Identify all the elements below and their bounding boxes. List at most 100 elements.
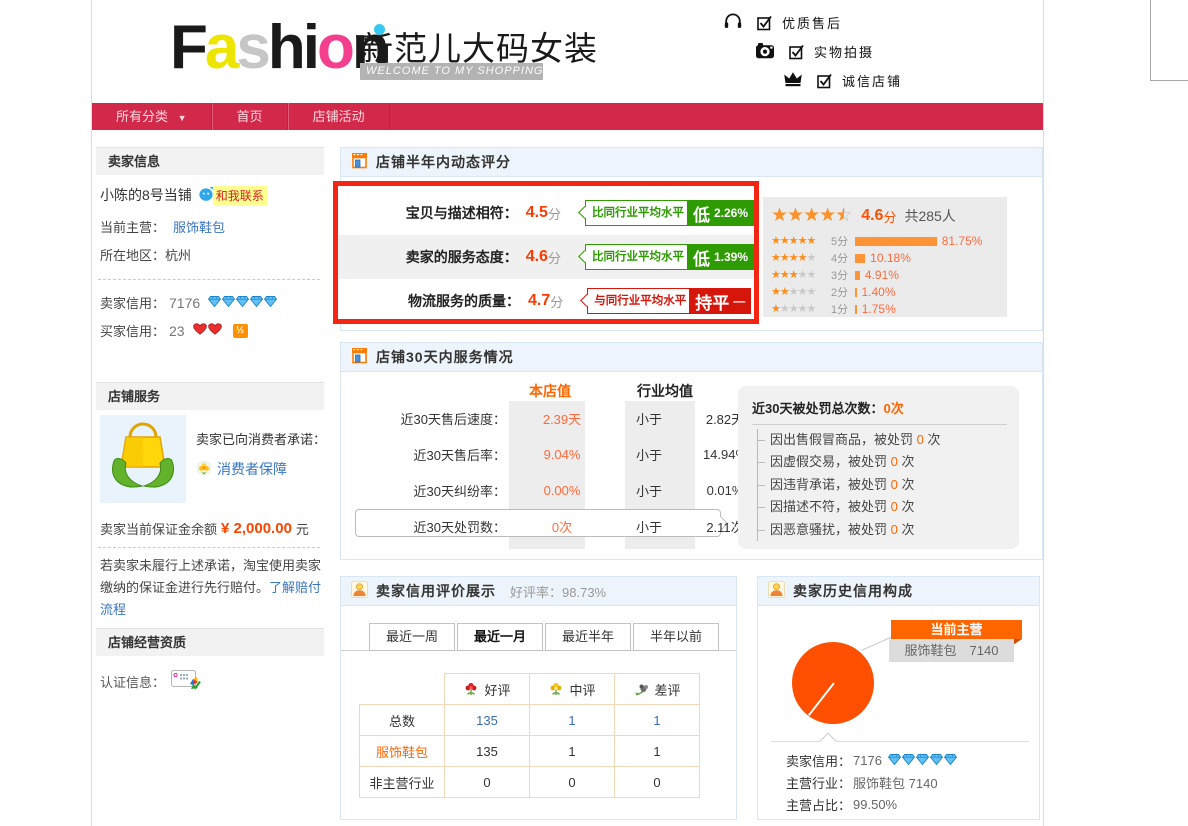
- buyer-credit-label: 买家信用：: [100, 321, 165, 340]
- consumer-guarantee-link[interactable]: 消费者保障: [217, 459, 287, 479]
- diamond-icon: [236, 296, 249, 307]
- distribution-label: 1分: [831, 301, 855, 317]
- deposit-note: 若卖家未履行上述承诺，淘宝使用卖家缴纳的保证金进行先行赔付。了解赔付流程: [100, 555, 324, 621]
- contact-me-button[interactable]: 和我联系: [213, 186, 267, 205]
- penalty-item: 因恶意骚扰，被处罚 0 次: [770, 519, 1007, 541]
- rating-label: 卖家的服务态度：: [364, 247, 518, 267]
- camera-icon: [755, 42, 775, 62]
- distribution-row: ★★★★★4分10.18%: [771, 250, 1007, 266]
- distribution-percent: 4.91%: [865, 268, 899, 282]
- diamond-icon: [222, 296, 235, 307]
- main-category-link[interactable]: 服饰鞋包: [173, 217, 225, 236]
- deposit-row: 卖家当前保证金余额 ¥ 2,000.00 元: [100, 519, 309, 538]
- tab-最近一月[interactable]: 最近一月: [457, 623, 543, 651]
- penalty-total: 0次: [883, 401, 903, 416]
- col-industry-header: 行业均值: [637, 381, 693, 401]
- badge-label: 诚信店铺: [842, 71, 902, 90]
- welcome-banner: WELCOME TO MY SHOPPING......: [360, 63, 543, 80]
- dynamic-rating-header: 店铺半年内动态评分: [341, 148, 1042, 177]
- distribution-bar: [855, 237, 937, 246]
- cert-card-icon[interactable]: [171, 669, 201, 694]
- distribution-label: 5分: [831, 233, 855, 249]
- rating-unit: 分: [548, 248, 561, 267]
- star-icon: ★: [771, 206, 787, 226]
- history-main-industry-row: 主营行业： 服饰鞋包 7140: [786, 773, 938, 792]
- distribution-percent: 1.40%: [862, 285, 896, 299]
- service-30d-header: 店铺30天内服务情况: [341, 343, 1042, 372]
- nav-item-所有分类[interactable]: 所有分类 ▼: [92, 103, 212, 130]
- compare-tag: 低2.26%: [687, 200, 754, 226]
- star-icon: ★: [787, 206, 803, 226]
- penalty-title-text: 近30天被处罚总次数：: [752, 401, 883, 416]
- history-seller-credit-row: 卖家信用： 7176: [786, 751, 958, 770]
- heart-icon: [193, 323, 207, 335]
- shop-name-row: 小陈的8号当铺 和我联系: [100, 185, 267, 205]
- column-header-中评: 中评: [530, 674, 615, 705]
- good-rate: 好评率：98.73%: [510, 582, 606, 601]
- badge-label: 实物拍摄: [814, 42, 874, 61]
- rating-unit: 分: [550, 292, 563, 311]
- panel-title: 店铺30天内服务情况: [376, 347, 514, 367]
- logo-letter: F: [170, 13, 205, 82]
- badge-after-sale: 优质售后: [723, 8, 983, 37]
- shop-value: 2.39天: [506, 409, 618, 428]
- tab-最近一周[interactable]: 最近一周: [369, 623, 455, 651]
- cert-row: 认证信息：: [100, 669, 201, 694]
- person-icon: [351, 581, 368, 601]
- distribution-bar: [855, 305, 857, 314]
- buyer-credit-row: 买家信用： 23 ½: [100, 321, 248, 340]
- header-badges: 优质售后 实物拍摄 诚信店铺: [723, 8, 983, 95]
- guarantee-row: 消费者保障: [196, 459, 287, 479]
- star-icons: ★★★★★: [771, 235, 831, 247]
- diamond-icons: [208, 295, 278, 310]
- star-icon: ★: [803, 206, 819, 226]
- divider: [98, 279, 320, 280]
- shop-value: 9.04%: [506, 447, 618, 462]
- promise-text: 卖家已向消费者承诺：: [196, 429, 326, 448]
- half-star-icon: ☆★: [835, 206, 853, 226]
- shop-icon: [351, 152, 368, 172]
- cell-value: 0: [530, 767, 615, 798]
- industry-compare-badge: 比同行业平均水平低2.26%: [585, 200, 754, 226]
- tab-最近半年[interactable]: 最近半年: [545, 623, 631, 651]
- diamond-icon: [930, 754, 943, 765]
- cell-value: 1: [615, 736, 700, 767]
- row-label: 服饰鞋包: [360, 736, 445, 767]
- credit-history-panel: 卖家历史信用构成 当前主营 服饰鞋包 7140 卖家信用： 7176 主营行业：…: [757, 576, 1040, 820]
- tab-半年以前[interactable]: 半年以前: [633, 623, 719, 651]
- dynamic-rating-row: 物流服务的质量：4.7分与同行业平均水平持平—: [338, 279, 754, 323]
- crown-icon: [783, 71, 803, 90]
- diamond-icons: [888, 753, 958, 768]
- mid-flower-icon: [548, 681, 564, 697]
- distribution-label: 2分: [831, 284, 855, 300]
- panel-title: 店铺半年内动态评分: [376, 152, 511, 172]
- penalty-title: 近30天被处罚总次数：0次: [752, 398, 1007, 417]
- credit-evaluation-header: 卖家信用评价展示 好评率：98.73%: [341, 577, 736, 606]
- nav-item-首页[interactable]: 首页: [212, 103, 288, 130]
- cell-value[interactable]: 1: [530, 705, 615, 736]
- cell-value[interactable]: 135: [445, 705, 530, 736]
- distribution-row: ★★★★★3分4.91%: [771, 267, 1007, 283]
- nav-item-店铺活动[interactable]: 店铺活动: [288, 103, 390, 130]
- row-label: 总数: [360, 705, 445, 736]
- compare-prefix: 与同行业平均水平: [587, 288, 689, 314]
- sidebar: 卖家信息 小陈的8号当铺 和我联系 当前主营： 服饰鞋包 所在地区： 杭州 卖家…: [96, 147, 324, 826]
- column-header-好评: 好评: [445, 674, 530, 705]
- badge-honest-shop: 诚信店铺: [723, 66, 983, 95]
- credit-evaluation-panel: 卖家信用评价展示 好评率：98.73% 最近一周最近一月最近半年半年以前 好评中…: [340, 576, 737, 820]
- star-icons: ★★★★★: [771, 303, 831, 315]
- penalty-item: 因违背承诺，被处罚 0 次: [770, 474, 1007, 496]
- panel-title: 卖家信用评价展示: [376, 581, 496, 601]
- badge-label: 优质售后: [782, 13, 842, 32]
- deposit-label: 卖家当前保证金余额: [100, 519, 217, 538]
- diamond-icon: [208, 296, 221, 307]
- rating-distribution: ★★★★★5分81.75%★★★★★4分10.18%★★★★★3分4.91%★★…: [771, 233, 1007, 317]
- service-label: 近30天纠纷率：: [341, 481, 506, 500]
- cell-value[interactable]: 1: [615, 705, 700, 736]
- main-nav: 所有分类 ▼首页店铺活动: [92, 103, 1043, 130]
- diamond-icon: [916, 754, 929, 765]
- guarantee-flower-icon: [196, 460, 212, 479]
- period-tabs: 最近一周最近一月最近半年半年以前: [341, 623, 736, 651]
- compare-tag: 低1.39%: [687, 244, 754, 270]
- shop-value: 0.00%: [506, 483, 618, 498]
